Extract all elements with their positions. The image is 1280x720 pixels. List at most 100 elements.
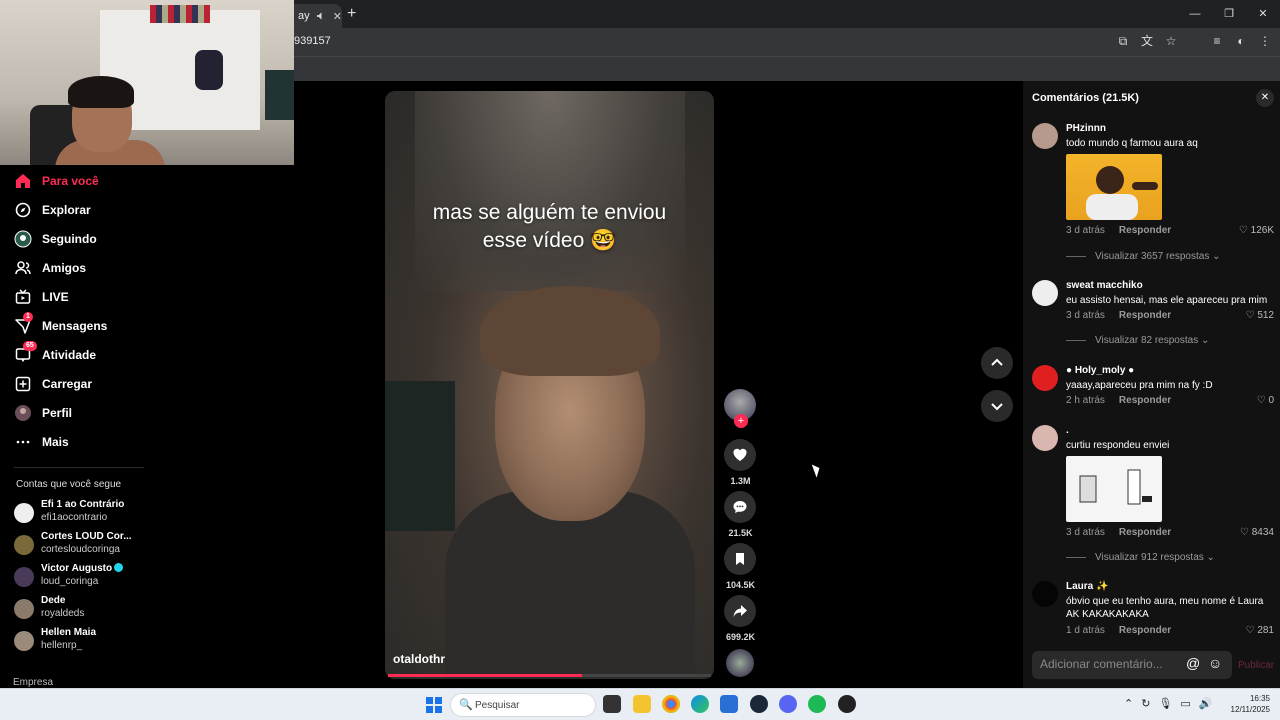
following-account[interactable]: Efi 1 ao Contrário efi1aocontrario [14, 499, 154, 529]
video-progress-bar[interactable] [388, 674, 711, 677]
edge-icon[interactable] [691, 695, 709, 713]
comment-username[interactable]: . [1066, 425, 1069, 436]
comment-username-text: Holy_moly [1074, 365, 1126, 376]
reply-button[interactable]: Responder [1119, 395, 1171, 406]
task-view-icon[interactable] [603, 695, 621, 713]
comment-likes[interactable]: ♡ 281 [1246, 625, 1274, 636]
sidebar-item-live[interactable]: LIVE [14, 286, 69, 308]
window-close-icon[interactable]: ✕ [1246, 0, 1280, 28]
comment-text: eu assisto hensai, mas ele apareceu pra … [1066, 295, 1268, 306]
system-clock[interactable]: 16:35 12/11/2025 [1230, 693, 1270, 715]
webcam-bag [195, 50, 223, 90]
comment-image-gif[interactable] [1066, 154, 1162, 220]
comment-image[interactable] [1066, 456, 1162, 522]
restore-icon[interactable]: ❐ [1212, 0, 1246, 28]
sidebar-item-carregar[interactable]: Carregar [14, 373, 92, 395]
avatar[interactable] [1032, 365, 1058, 391]
minimize-icon[interactable]: — [1178, 0, 1212, 28]
heart-icon[interactable] [724, 439, 756, 471]
add-comment-input[interactable] [1040, 657, 1180, 671]
tray-chevron-icon[interactable]: ⌃ [1124, 697, 1133, 710]
spotify-icon[interactable] [808, 695, 826, 713]
following-account[interactable]: Victor Augusto loud_coringa [14, 563, 154, 593]
comment-item: Laura ✨ óbvio que eu tenho aura, meu nom… [1032, 581, 1277, 641]
footer-empresa-link[interactable]: Empresa [13, 677, 53, 688]
publish-button[interactable]: Publicar [1238, 660, 1274, 671]
view-replies-button[interactable]: Visualizar 912 respostas ⌄ [1066, 552, 1215, 563]
discord-icon[interactable] [779, 695, 797, 713]
view-replies-label: Visualizar 82 respostas [1095, 335, 1199, 346]
follow-plus-icon[interactable]: + [734, 414, 748, 428]
sidebar-item-amigos[interactable]: Amigos [14, 257, 86, 279]
comment-likes[interactable]: ♡ 8434 [1240, 527, 1274, 538]
webcam-shelf [150, 5, 210, 23]
windows-start-icon[interactable] [426, 697, 442, 713]
tab-close-icon[interactable]: ✕ [333, 10, 342, 23]
view-replies-button[interactable]: Visualizar 3657 respostas ⌄ [1066, 251, 1221, 262]
music-disc-icon[interactable] [726, 649, 754, 677]
comment-username[interactable]: ● Holy_moly ● [1066, 365, 1134, 376]
previous-video-button[interactable] [981, 347, 1013, 379]
sidebar-item-explorar[interactable]: Explorar [14, 199, 91, 221]
sidebar-item-atividade[interactable]: 65 Atividade [14, 341, 96, 366]
steam-icon[interactable] [750, 695, 768, 713]
emoji-icon[interactable]: ☺ [1208, 655, 1222, 671]
close-comments-icon[interactable]: ✕ [1256, 89, 1274, 107]
avatar[interactable] [1032, 581, 1058, 607]
install-app-icon[interactable]: ⧉ [1116, 34, 1130, 48]
comment-icon[interactable] [724, 491, 756, 523]
chrome-icon[interactable] [662, 695, 680, 713]
share-icon[interactable] [724, 595, 756, 627]
sidebar-item-mais[interactable]: Mais [14, 431, 69, 453]
address-bar[interactable]: 939157 [294, 35, 331, 47]
comment-likes[interactable]: ♡ 126K [1239, 225, 1274, 236]
file-explorer-icon[interactable] [633, 695, 651, 713]
new-tab-icon[interactable]: + [347, 4, 356, 24]
account-handle: cortesloudcoringa [41, 544, 120, 555]
video-player[interactable]: mas se alguém te enviou esse vídeo 🤓 ota… [385, 91, 714, 679]
browser-tabbar: ay ✕ + — ❐ ✕ [294, 0, 1280, 28]
comment-username[interactable]: PHzinnn [1066, 123, 1106, 134]
following-account[interactable]: Hellen Maia hellenrp_ [14, 627, 154, 657]
video-author[interactable]: otaldothr [393, 652, 445, 666]
profile-avatar-icon[interactable]: ◐ [1234, 34, 1248, 48]
following-account[interactable]: Dede royaldeds [14, 595, 154, 625]
reply-button[interactable]: Responder [1119, 310, 1171, 321]
system-tray: ⌃ ↻ 🎙 ▭ 🔊 [1124, 697, 1213, 710]
sync-icon[interactable]: ↻ [1141, 697, 1150, 710]
speaker-icon[interactable] [316, 11, 325, 21]
bookmark-icon[interactable] [724, 543, 756, 575]
upload-icon [14, 375, 32, 393]
obs-icon[interactable] [838, 695, 856, 713]
comment-username[interactable]: sweat macchiko [1066, 280, 1143, 291]
avatar[interactable] [1032, 280, 1058, 306]
bookmark-star-icon[interactable]: ☆ [1164, 34, 1178, 48]
following-account[interactable]: Cortes LOUD Cor... cortesloudcoringa [14, 531, 154, 561]
next-video-button[interactable] [981, 390, 1013, 422]
comment-likes[interactable]: ♡ 0 [1257, 395, 1274, 406]
reply-button[interactable]: Responder [1119, 225, 1171, 236]
media-control-icon[interactable]: ≡ [1210, 34, 1224, 48]
clock-time: 16:35 [1249, 694, 1270, 703]
outlook-icon[interactable] [720, 695, 738, 713]
comment-username[interactable]: Laura ✨ [1066, 581, 1108, 592]
sidebar-item-para-voce[interactable]: Para você [14, 170, 99, 192]
view-replies-button[interactable]: Visualizar 82 respostas ⌄ [1066, 335, 1209, 346]
comment-likes[interactable]: ♡ 512 [1246, 310, 1274, 321]
sidebar-item-mensagens[interactable]: 1 Mensagens [14, 312, 107, 337]
display-icon[interactable]: ▭ [1180, 697, 1190, 710]
sidebar-item-perfil[interactable]: Perfil [14, 402, 72, 424]
volume-icon[interactable]: 🔊 [1199, 697, 1213, 710]
mention-icon[interactable]: @ [1186, 655, 1200, 671]
reply-button[interactable]: Responder [1119, 625, 1171, 636]
sidebar-item-seguindo[interactable]: Seguindo [14, 228, 97, 250]
reply-button[interactable]: Responder [1119, 527, 1171, 538]
browser-menu-icon[interactable]: ⋮ [1258, 34, 1272, 48]
browser-toolbar: 939157 ⧉ 文 ☆ ≡ ◐ ⋮ [294, 28, 1280, 56]
avatar[interactable] [1032, 425, 1058, 451]
microphone-icon[interactable]: 🎙 [1158, 697, 1172, 710]
browser-tab[interactable]: ay ✕ [294, 4, 342, 28]
avatar[interactable] [1032, 123, 1058, 149]
taskbar-search[interactable]: 🔍 Pesquisar [450, 693, 596, 717]
translate-icon[interactable]: 文 [1140, 34, 1154, 48]
